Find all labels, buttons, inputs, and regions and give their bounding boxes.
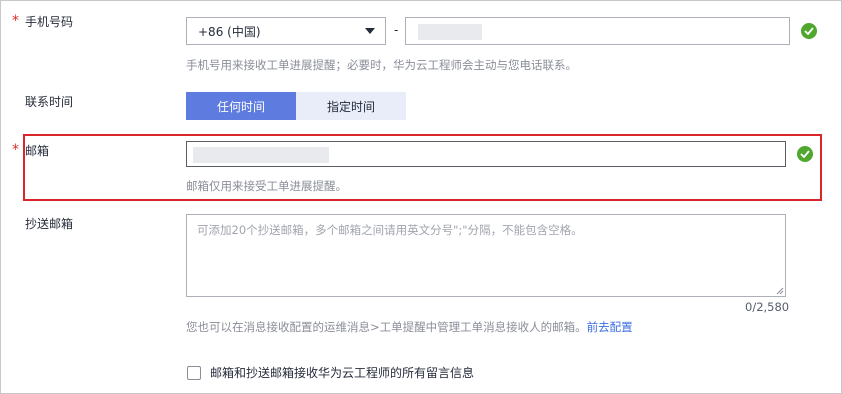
country-code-value: +86 (中国) (198, 24, 261, 39)
country-code-select[interactable]: +86 (中国) (186, 17, 386, 45)
redacted-email (193, 147, 329, 163)
email-required-mark: * (12, 142, 19, 158)
phone-separator: - (394, 23, 399, 37)
chevron-down-icon (365, 28, 375, 34)
phone-label: 手机号码 (25, 15, 74, 29)
email-input[interactable] (186, 141, 786, 167)
phone-valid-check-icon (801, 23, 817, 39)
contact-time-toggle: 任何时间 指定时间 (186, 92, 406, 120)
phone-required-mark: * (12, 13, 19, 29)
email-valid-check-icon (797, 146, 813, 162)
contact-time-label: 联系时间 (25, 95, 74, 109)
contact-time-any-option[interactable]: 任何时间 (186, 92, 296, 120)
cc-email-char-counter: 0/2,580 (745, 300, 790, 314)
resize-handle-icon[interactable] (776, 287, 784, 295)
phone-hint: 手机号用来接收工单进展提醒；必要时，华为云工程师会主动与您电话联系。 (186, 58, 577, 72)
email-hint: 邮箱仅用来接受工单进展提醒。 (186, 179, 347, 193)
contact-time-specific-option[interactable]: 指定时间 (296, 92, 406, 120)
consent-checkbox[interactable] (187, 366, 201, 380)
cc-email-label: 抄送邮箱 (25, 217, 74, 231)
redacted-phone-number (418, 24, 482, 40)
consent-label: 邮箱和抄送邮箱接收华为云工程师的所有留言信息 (210, 366, 475, 380)
email-label: 邮箱 (25, 144, 50, 158)
cc-email-textarea[interactable] (186, 214, 786, 297)
configure-link[interactable]: 前去配置 (587, 320, 633, 334)
cc-email-hint: 您也可以在消息接收配置的运维消息>工单提醒中管理工单消息接收人的邮箱。前去配置 (186, 319, 633, 335)
cc-email-hint-text: 您也可以在消息接收配置的运维消息>工单提醒中管理工单消息接收人的邮箱。 (186, 320, 587, 334)
phone-number-input[interactable] (405, 17, 790, 45)
